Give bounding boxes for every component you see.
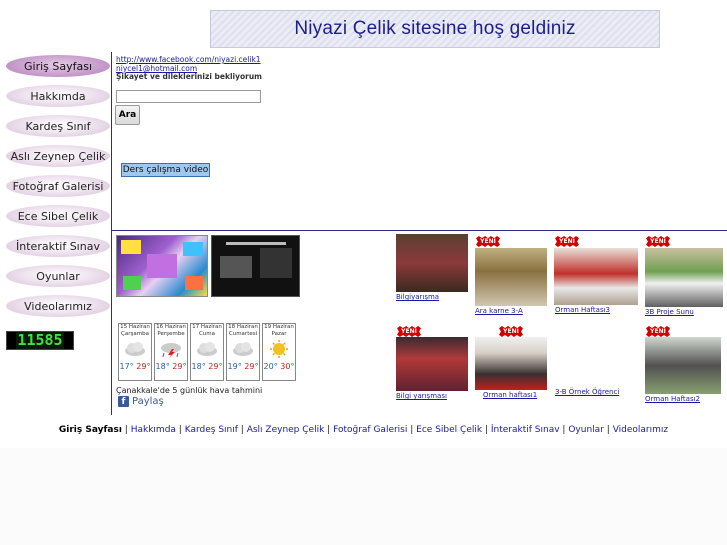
contact-note: Şikayet ve dileklerinizi bekliyorum (116, 72, 262, 81)
photo-bilgiyarisma[interactable] (396, 234, 468, 292)
caption-bilgi-yarismasi[interactable]: Bilgi yarışması (396, 392, 447, 400)
footer-link-giris-sayfasi[interactable]: Giriş Sayfası (59, 425, 122, 435)
footer-link-oyunlar[interactable]: Oyunlar (568, 425, 604, 435)
weather-low: 18° (155, 362, 170, 371)
new-badge: YENİ (555, 236, 579, 247)
weather-date: 18 Haziran (228, 324, 258, 330)
footer-link-ece-sibel-celik[interactable]: Ece Sibel Çelik (416, 425, 482, 435)
weather-high: 29° (172, 362, 187, 371)
weather-day-2: 16 Haziran Perşembe 18° 29° (154, 323, 188, 381)
caption-orman-haftasi-1[interactable]: Orman haftası1 (483, 391, 537, 399)
footer-separator: | (562, 425, 566, 435)
weather-high: 29° (244, 362, 259, 371)
footer-link-asli-zeynep-celik[interactable]: Aslı Zeynep Çelik (247, 425, 325, 435)
weather-day-name: Pazar (271, 331, 287, 337)
weather-day-3: 17 Haziran Cuma 18° 29° (190, 323, 224, 381)
photo-orman-haftasi-2[interactable] (645, 337, 721, 394)
caption-orman-haftasi-3[interactable]: Orman Haftası3 (555, 306, 610, 314)
weather-low: 20° (263, 362, 278, 371)
nav-item-oyunlar[interactable]: Oyunlar (6, 265, 110, 287)
visitor-counter: 11585 (6, 331, 74, 350)
weather-date: 19 Haziran (264, 324, 294, 330)
weather-caption: Çanakkale'de 5 günlük hava tahmini (116, 386, 263, 395)
presentation-thumbnail[interactable] (116, 235, 208, 297)
nav-item-giris-sayfasi[interactable]: Giriş Sayfası (6, 55, 110, 77)
share-label: Paylaş (132, 396, 164, 407)
footer-link-fotograf-galerisi[interactable]: Fotoğraf Galerisi (333, 425, 407, 435)
weather-low: 18° (191, 362, 206, 371)
site-title: Niyazi Çelik sitesine hoş geldiniz (294, 18, 576, 39)
new-badge: YENİ (476, 236, 500, 247)
caption-ornek-ogrenci[interactable]: 3-B Örnek Öğrenci (555, 388, 619, 396)
weather-high: 30° (280, 362, 295, 371)
content-divider-vertical (111, 52, 112, 415)
nav-item-hakkimda[interactable]: Hakkımda (6, 85, 110, 107)
thunderstorm-icon (161, 343, 181, 358)
cloud-icon (233, 342, 253, 356)
footer-link-interaktif-sinav[interactable]: İnteraktif Sınav (491, 425, 560, 435)
video-thumbnail-art (220, 242, 292, 278)
weather-day-4: 18 Haziran Cumartesi 19° 29° (226, 323, 260, 381)
footer-link-hakkimda[interactable]: Hakkımda (131, 425, 176, 435)
footer-link-kardes-sinif[interactable]: Kardeş Sınıf (185, 425, 238, 435)
footer-separator: | (410, 425, 414, 435)
nav-item-kardes-sinif[interactable]: Kardeş Sınıf (6, 115, 110, 137)
counter-digits: 11585 (16, 331, 64, 349)
share-button[interactable]: f Paylaş (118, 396, 164, 407)
nav-item-fotograf-galerisi[interactable]: Fotoğraf Galerisi (6, 175, 110, 197)
footer-separator: | (240, 425, 244, 435)
weather-high: 29° (208, 362, 223, 371)
caption-proje-sunu[interactable]: 3B Proje Sunu (645, 308, 694, 316)
study-video-button[interactable]: Ders çalışma video (121, 163, 210, 177)
presentation-thumbnail-art (121, 240, 203, 290)
weather-day-name: Çarşamba (121, 331, 149, 337)
new-badge: YENİ (397, 326, 421, 337)
footer-separator: | (178, 425, 182, 435)
footer-link-videolarimiz[interactable]: Videolarımız (613, 425, 668, 435)
facebook-link[interactable]: http://www.facebook.com/niyazi.celik1 (116, 55, 261, 64)
nav-item-asli-zeynep-celik[interactable]: Aslı Zeynep Çelik (6, 145, 110, 167)
content-divider-horizontal (111, 230, 727, 231)
cloud-icon (197, 342, 217, 356)
photo-orman-haftasi-3[interactable] (554, 248, 638, 305)
new-badge: YENİ (646, 326, 670, 337)
weather-day-1: 15 Haziran Çarşamba 17° 29° (118, 323, 152, 381)
photo-ara-karne[interactable] (475, 248, 547, 306)
facebook-icon: f (118, 396, 129, 407)
footer-separator: | (484, 425, 488, 435)
photo-bilgi-yarismasi[interactable] (396, 337, 468, 391)
caption-ara-karne[interactable]: Ara karne 3-A (475, 307, 523, 315)
footer-separator: | (327, 425, 331, 435)
search-input[interactable] (116, 90, 261, 103)
nav-item-ece-sibel-celik[interactable]: Ece Sibel Çelik (6, 205, 110, 227)
weather-high: 29° (136, 362, 151, 371)
weather-day-5: 19 Haziran Pazar 20° 30° (262, 323, 296, 381)
weather-day-name: Cumartesi (228, 331, 258, 337)
nav-item-videolarimiz[interactable]: Videolarımız (6, 295, 110, 317)
page: Niyazi Çelik sitesine hoş geldiniz Giriş… (0, 0, 727, 545)
weather-low: 17° (119, 362, 134, 371)
photo-orman-haftasi-1[interactable] (475, 337, 547, 390)
footer-separator: | (606, 425, 610, 435)
footer-nav: Giriş Sayfası | Hakkımda | Kardeş Sınıf … (0, 425, 727, 435)
footer-separator: | (124, 425, 128, 435)
weather-date: 15 Haziran (120, 324, 150, 330)
weather-day-name: Perşembe (157, 331, 185, 337)
weather-day-name: Cuma (198, 331, 216, 337)
caption-orman-haftasi-2[interactable]: Orman Haftası2 (645, 395, 700, 403)
site-banner: Niyazi Çelik sitesine hoş geldiniz (210, 10, 660, 48)
cloud-icon (125, 342, 145, 356)
weather-date: 17 Haziran (192, 324, 222, 330)
photo-proje-sunu[interactable] (645, 248, 723, 307)
video-thumbnail[interactable] (211, 235, 300, 297)
nav-item-interaktif-sinav[interactable]: İnteraktif Sınav (6, 235, 110, 257)
weather-date: 16 Haziran (156, 324, 186, 330)
new-badge: YENİ (499, 326, 523, 337)
new-badge: YENİ (646, 236, 670, 247)
search-button[interactable]: Ara (115, 105, 140, 125)
caption-bilgiyarisma[interactable]: Bilgiyarışma (396, 293, 439, 301)
page-footer-area (0, 448, 727, 545)
weather-low: 19° (227, 362, 242, 371)
sun-icon (270, 340, 288, 358)
